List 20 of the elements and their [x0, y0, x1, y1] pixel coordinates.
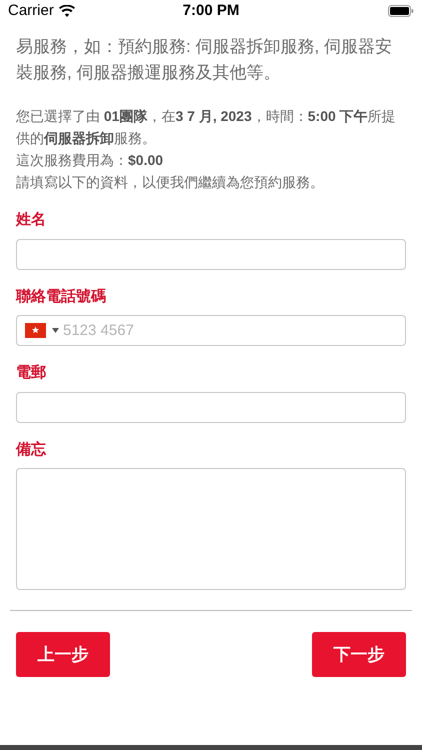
- input-field[interactable]: [16, 392, 406, 422]
- field-label: 聯絡電話號碼: [16, 286, 107, 306]
- phone-field[interactable]: 5123 4567: [16, 315, 406, 346]
- caret-icon: [52, 328, 59, 333]
- field-label: 電郵: [16, 363, 47, 383]
- notes-field[interactable]: [16, 468, 406, 590]
- field-label: 姓名: [16, 210, 47, 230]
- summary-text: 請填寫以下的資料，以便我們繼續為您預約服務。: [16, 173, 325, 192]
- summary-text: 您已選擇了由 01團隊，在3 7 月, 2023，時間：5:00 下午所提供的伺服器拆卸服務。: [16, 107, 397, 148]
- field-label: 備忘: [16, 440, 48, 460]
- back-button[interactable]: 上一步: [16, 632, 110, 677]
- battery-icon: [388, 5, 414, 17]
- intro-text: 易服務，如：預約服務: 伺服器拆卸服務, 伺服器安裝服務, 伺服器搬運服務及其他等。: [16, 36, 393, 84]
- flag-icon: [25, 323, 46, 338]
- next-button[interactable]: 下一步: [312, 632, 406, 677]
- carrier-label: Carrier: [8, 0, 54, 21]
- status-time: 7:00 PM: [182, 0, 240, 21]
- summary-text: 這次服務費用為：$0.00: [16, 151, 164, 170]
- input-field[interactable]: [16, 238, 406, 270]
- wifi-icon: [58, 5, 75, 17]
